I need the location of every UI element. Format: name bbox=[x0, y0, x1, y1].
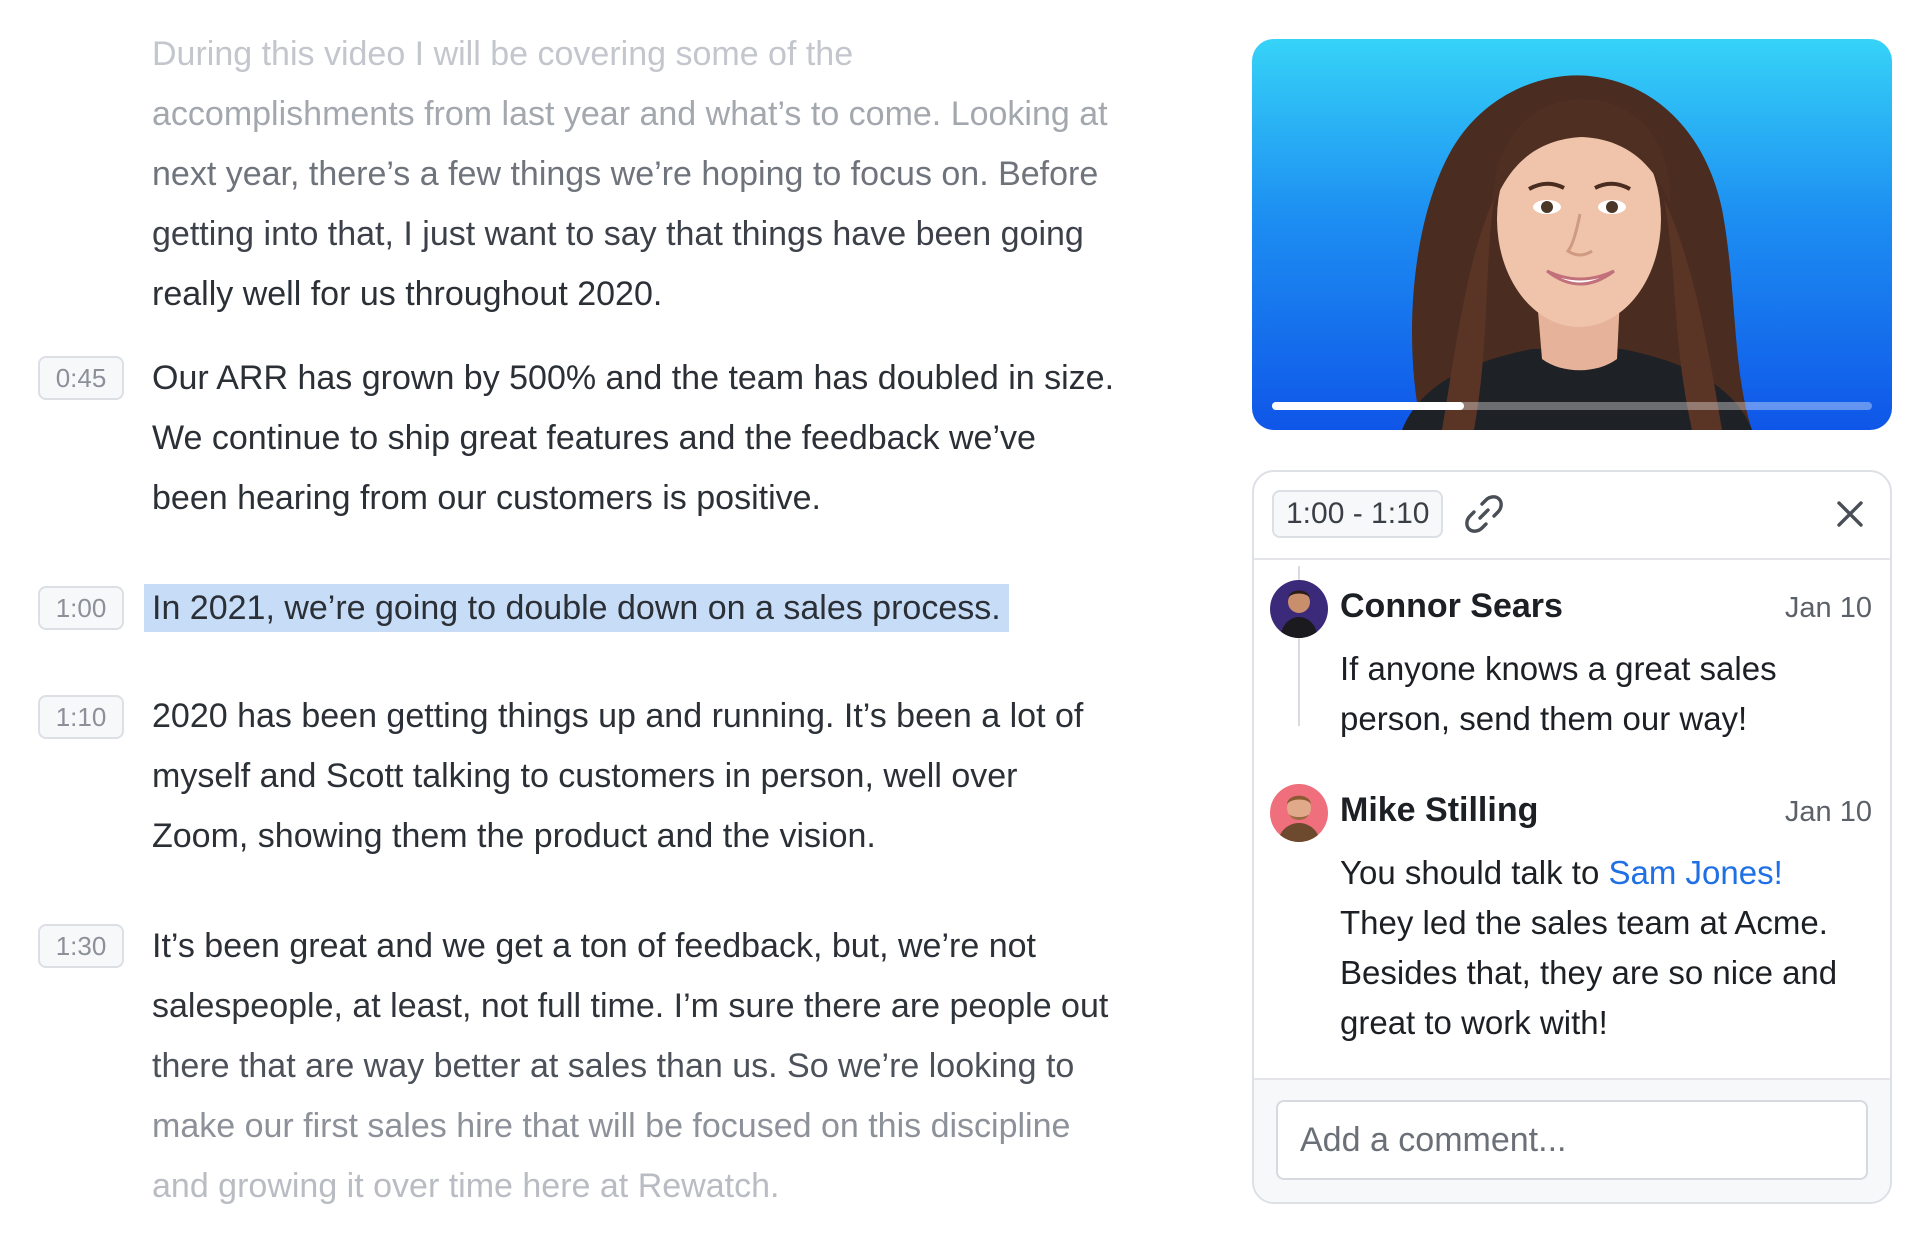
comment-line: great to work with! bbox=[1340, 1004, 1608, 1041]
time-range-chip[interactable]: 1:00 - 1:10 bbox=[1272, 490, 1444, 538]
transcript-line: there that are way better at sales than … bbox=[152, 1047, 1075, 1085]
selected-text-highlight[interactable]: In 2021, we’re going to double down on a… bbox=[144, 584, 1009, 632]
transcript-line: myself and Scott talking to customers in… bbox=[152, 757, 1018, 795]
comment-line: Besides that, they are so nice and bbox=[1340, 954, 1838, 991]
comment-text: You should talk to bbox=[1340, 854, 1609, 891]
transcript-line: next year, there’s a few things we’re ho… bbox=[152, 155, 1099, 193]
timestamp-button[interactable]: 1:10 bbox=[38, 695, 124, 739]
transcript-segment[interactable]: 2020 has been getting things up and runn… bbox=[152, 686, 1142, 866]
transcript-segment[interactable]: It’s been great and we get a ton of feed… bbox=[152, 916, 1142, 1216]
comment-input[interactable] bbox=[1276, 1100, 1868, 1180]
transcript-line: We continue to ship great features and t… bbox=[152, 419, 1036, 457]
transcript-line: accomplishments from last year and what’… bbox=[152, 95, 1108, 133]
comment-body: You should talk to Sam Jones! They led t… bbox=[1340, 848, 1880, 1048]
transcript-intro-paragraph: During this video I will be covering som… bbox=[152, 24, 1142, 324]
comment-panel-header: 1:00 - 1:10 bbox=[1254, 472, 1890, 560]
transcript-line: make our first sales hire that will be f… bbox=[152, 1107, 1071, 1145]
transcript: During this video I will be covering som… bbox=[0, 0, 1160, 1240]
transcript-line: really well for us throughout 2020. bbox=[152, 275, 663, 313]
close-icon[interactable] bbox=[1832, 496, 1868, 532]
user-mention-link[interactable]: Sam Jones! bbox=[1608, 854, 1782, 891]
transcript-line-wrapper: In 2021, we’re going to double down on a… bbox=[144, 578, 1142, 638]
comment-line: If anyone knows a great sales bbox=[1340, 650, 1777, 687]
transcript-segment-highlighted[interactable]: In 2021, we’re going to double down on a… bbox=[144, 578, 1142, 638]
comment-author[interactable]: Connor Sears bbox=[1340, 586, 1563, 626]
transcript-segment[interactable]: Our ARR has grown by 500% and the team h… bbox=[152, 348, 1142, 528]
speaker-video-frame bbox=[1402, 75, 1752, 430]
comment-composer bbox=[1254, 1078, 1890, 1202]
avatar[interactable] bbox=[1270, 580, 1328, 638]
video-progress-bar[interactable] bbox=[1272, 402, 1872, 410]
video-player[interactable] bbox=[1252, 39, 1892, 430]
transcript-line: getting into that, I just want to say th… bbox=[152, 215, 1084, 253]
transcript-line: been hearing from our customers is posit… bbox=[152, 479, 821, 517]
comment-line: You should talk to Sam Jones! bbox=[1340, 848, 1880, 898]
timestamp-button[interactable]: 0:45 bbox=[38, 356, 124, 400]
comment-panel: 1:00 - 1:10 Connor Sears Jan 10 If anyon… bbox=[1252, 470, 1892, 1204]
comment-date: Jan 10 bbox=[1784, 796, 1872, 828]
timestamp-button[interactable]: 1:30 bbox=[38, 924, 124, 968]
comment-body: If anyone knows a great sales person, se… bbox=[1340, 644, 1880, 744]
video-progress-fill bbox=[1272, 402, 1464, 410]
transcript-line: During this video I will be covering som… bbox=[152, 35, 854, 73]
transcript-line: Our ARR has grown by 500% and the team h… bbox=[152, 359, 1115, 397]
transcript-line: 2020 has been getting things up and runn… bbox=[152, 697, 1084, 735]
transcript-line: salespeople, at least, not full time. I’… bbox=[152, 987, 1109, 1025]
comment-line: person, send them our way! bbox=[1340, 700, 1748, 737]
transcript-line: It’s been great and we get a ton of feed… bbox=[152, 927, 1036, 965]
comment-line: They led the sales team at Acme. bbox=[1340, 904, 1828, 941]
comment-author[interactable]: Mike Stilling bbox=[1340, 790, 1538, 830]
avatar[interactable] bbox=[1270, 784, 1328, 842]
timestamp-button[interactable]: 1:00 bbox=[38, 586, 124, 630]
link-icon[interactable] bbox=[1462, 492, 1506, 536]
transcript-line: Zoom, showing them the product and the v… bbox=[152, 817, 876, 855]
transcript-line: and growing it over time here at Rewatch… bbox=[152, 1167, 780, 1205]
comment-date: Jan 10 bbox=[1784, 592, 1872, 624]
